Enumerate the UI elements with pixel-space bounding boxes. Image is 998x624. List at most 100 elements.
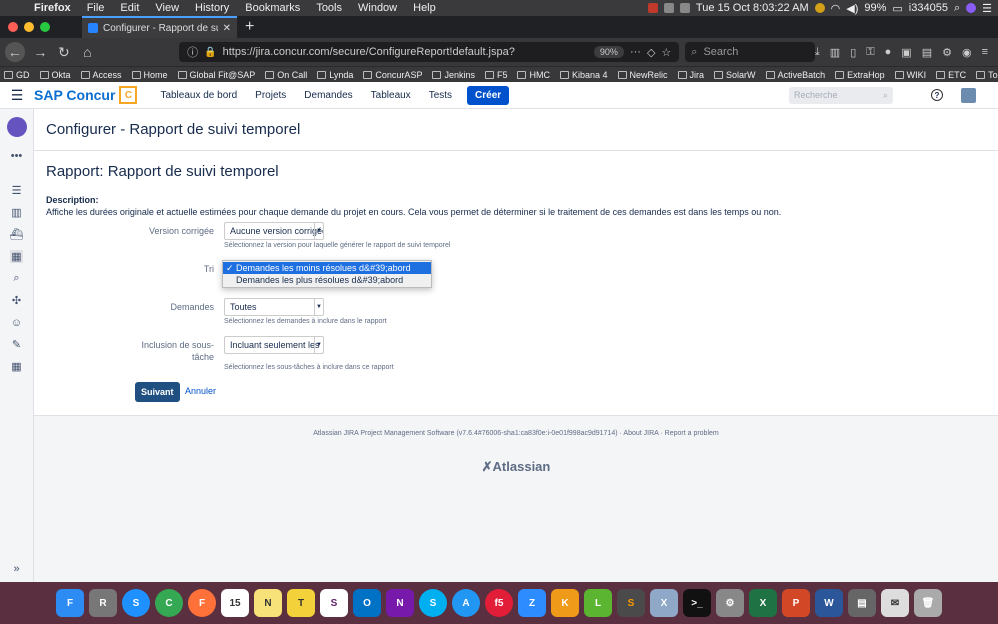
bookmark-folder[interactable]: HMC: [513, 70, 550, 80]
new-tab-icon[interactable]: +: [245, 18, 254, 36]
nav-tests[interactable]: Tests: [429, 90, 452, 101]
bookmark-folder[interactable]: SolarW: [710, 70, 756, 80]
sort-option-most-resolved[interactable]: Demandes les plus résolues d&#39;abord: [223, 274, 431, 286]
minimize-window-icon[interactable]: [24, 22, 34, 32]
bookmark-folder[interactable]: ETC: [932, 70, 966, 80]
menu-app-name[interactable]: Firefox: [34, 2, 71, 14]
subtask-select[interactable]: Incluant seulement les ▼: [224, 336, 324, 354]
nav-projets[interactable]: Projets: [255, 90, 286, 101]
back-icon[interactable]: ←: [5, 42, 25, 62]
user-name[interactable]: i334055: [909, 2, 948, 14]
create-button[interactable]: Créer: [467, 85, 510, 105]
outlook-icon[interactable]: O: [353, 589, 381, 617]
extension-icon[interactable]: ●: [885, 46, 892, 59]
components-icon[interactable]: ✣: [10, 294, 23, 307]
bookmark-folder[interactable]: NewRelic: [614, 70, 668, 80]
bookmark-item[interactable]: Lynda: [313, 70, 353, 80]
zoom-level[interactable]: 90%: [593, 46, 624, 58]
bookmark-folder[interactable]: F5: [481, 70, 507, 80]
people-icon[interactable]: ☺: [10, 316, 23, 329]
spotlight-icon[interactable]: ⌕: [954, 2, 960, 15]
system-preferences-icon[interactable]: ⚙: [716, 589, 744, 617]
maximize-window-icon[interactable]: [40, 22, 50, 32]
menu-bookmarks[interactable]: Bookmarks: [245, 2, 300, 14]
bookmark-folder[interactable]: WIKI: [891, 70, 926, 80]
version-select[interactable]: Aucune version corrigée ▼: [224, 222, 324, 240]
trash-icon[interactable]: 🗑: [914, 589, 942, 617]
bookmark-folder[interactable]: Jenkins: [428, 70, 475, 80]
status-app-icon[interactable]: [814, 3, 825, 13]
apps-icon[interactable]: ▦: [10, 360, 23, 373]
url-bar[interactable]: ⓘ 🔒 https://jira.concur.com/secure/Confi…: [179, 42, 680, 62]
notes-icon[interactable]: N: [254, 589, 282, 617]
bookmark-item[interactable]: Access: [77, 70, 122, 80]
tests-icon[interactable]: ✎: [10, 338, 23, 351]
status-app-icon[interactable]: [679, 3, 690, 13]
cancel-link[interactable]: Annuler: [185, 386, 216, 396]
page-actions-icon[interactable]: ···: [630, 46, 641, 58]
lock-icon[interactable]: 🔒: [204, 47, 216, 58]
nav-tableaux[interactable]: Tableaux: [371, 90, 411, 101]
bookmark-item[interactable]: Okta: [36, 70, 71, 80]
f5-icon[interactable]: f5: [485, 589, 513, 617]
forward-icon[interactable]: →: [29, 40, 53, 64]
sidebar-toggle-icon[interactable]: ▯: [850, 46, 856, 59]
volume-icon[interactable]: ◀): [846, 2, 858, 15]
settings-icon[interactable]: ⚙: [942, 46, 952, 59]
app-icon[interactable]: X: [650, 589, 678, 617]
skype-icon[interactable]: S: [419, 589, 447, 617]
status-app-icon[interactable]: [647, 3, 658, 13]
menu-help[interactable]: Help: [413, 2, 436, 14]
battery-text[interactable]: 99%: [864, 2, 886, 14]
user-avatar[interactable]: [961, 87, 976, 103]
issues-select[interactable]: Toutes ▼: [224, 298, 324, 316]
extension-icon[interactable]: ▤: [922, 46, 932, 59]
app-icon[interactable]: ✉: [881, 589, 909, 617]
bookmark-item[interactable]: ConcurASP: [359, 70, 422, 80]
info-icon[interactable]: ⓘ: [187, 44, 198, 60]
next-button[interactable]: Suivant: [135, 382, 180, 402]
notification-center-icon[interactable]: ☰: [982, 2, 992, 15]
reload-icon[interactable]: ↻: [52, 40, 76, 64]
downloads-icon[interactable]: ⤓: [815, 46, 820, 59]
onenote-icon[interactable]: N: [386, 589, 414, 617]
atlassian-logo[interactable]: ✗Atlassian: [34, 459, 998, 475]
close-tab-icon[interactable]: ✕: [223, 23, 231, 34]
siri-icon[interactable]: [966, 3, 977, 13]
bookmark-folder[interactable]: ExtraHop: [831, 70, 885, 80]
launchpad-icon[interactable]: R: [89, 589, 117, 617]
extension-icon[interactable]: ▣: [901, 46, 911, 59]
help-icon[interactable]: ?: [931, 89, 943, 101]
battery-icon[interactable]: ▭: [892, 2, 902, 15]
calendar-icon[interactable]: 15: [221, 589, 249, 617]
nav-tableaux-de-bord[interactable]: Tableaux de bord: [160, 90, 237, 101]
finder-icon[interactable]: F: [56, 589, 84, 617]
slack-icon[interactable]: S: [320, 589, 348, 617]
bookmark-folder[interactable]: ActiveBatch: [762, 70, 825, 80]
word-icon[interactable]: W: [815, 589, 843, 617]
sublime-icon[interactable]: S: [617, 589, 645, 617]
bookmark-star-icon[interactable]: ☆: [661, 46, 671, 59]
app-icon[interactable]: L: [584, 589, 612, 617]
sap-concur-logo[interactable]: SAP Concur C: [34, 86, 138, 104]
stickies-icon[interactable]: T: [287, 589, 315, 617]
bookmark-item[interactable]: Home: [128, 70, 168, 80]
account-icon[interactable]: ◉: [962, 46, 972, 59]
browser-tab-active[interactable]: Configurer - Rapport de suivi te ✕: [82, 16, 237, 38]
key-icon[interactable]: ⚿: [866, 46, 874, 59]
library-icon[interactable]: ▥: [830, 46, 840, 59]
clock-text[interactable]: Tue 15 Oct 8:03:22 AM: [696, 2, 809, 14]
app-icon[interactable]: A: [452, 589, 480, 617]
app-icon[interactable]: ▤: [848, 589, 876, 617]
status-app-icon[interactable]: [663, 3, 674, 13]
header-search-input[interactable]: Recherche ⌕: [789, 86, 893, 104]
releases-icon[interactable]: ⛴: [10, 228, 24, 241]
menu-icon[interactable]: ≡: [982, 46, 988, 59]
issues-icon[interactable]: ⌕: [10, 272, 23, 285]
url-text[interactable]: https://jira.concur.com/secure/Configure…: [223, 46, 588, 58]
browser-search-field[interactable]: ⌕ Search: [685, 42, 815, 62]
expand-sidebar-icon[interactable]: »: [10, 562, 23, 575]
pocket-icon[interactable]: ◇: [647, 46, 655, 59]
excel-icon[interactable]: X: [749, 589, 777, 617]
menu-edit[interactable]: Edit: [120, 2, 139, 14]
